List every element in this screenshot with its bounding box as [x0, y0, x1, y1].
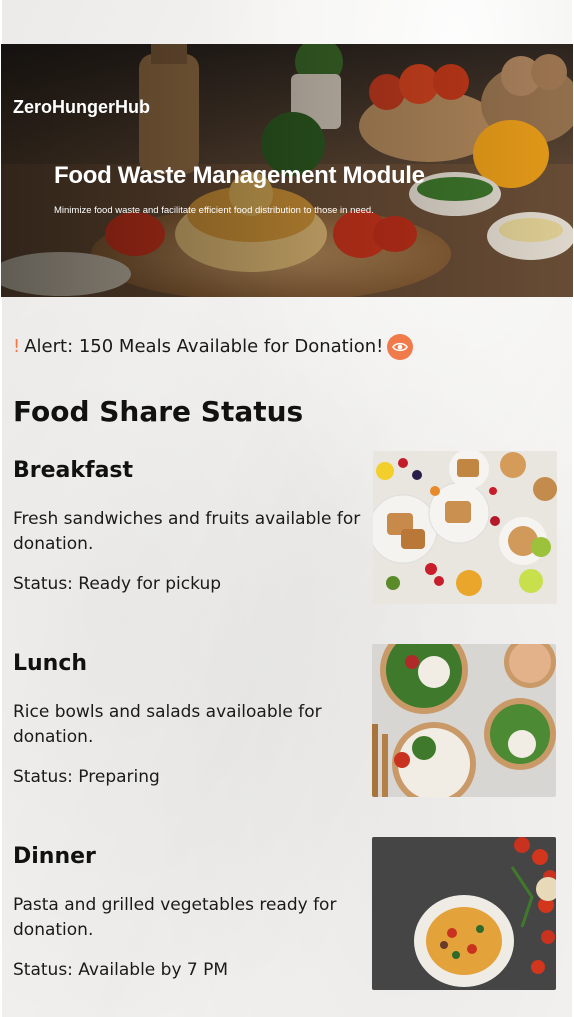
meal-description: Fresh sandwiches and fruits available fo…	[13, 509, 361, 554]
meal-card-breakfast[interactable]: Breakfast Fresh sandwiches and fruits av…	[13, 451, 558, 618]
eye-icon	[392, 342, 408, 352]
breakfast-photo	[373, 451, 557, 604]
meal-name: Breakfast	[13, 458, 134, 483]
view-alert-button[interactable]	[387, 334, 413, 360]
alert-text: Alert: 150 Meals Available for Donation!	[24, 336, 384, 357]
lunch-photo	[372, 644, 556, 797]
section-title: Food Share Status	[13, 395, 304, 428]
donation-alert: ! Alert: 150 Meals Available for Donatio…	[13, 336, 383, 357]
meal-card-dinner[interactable]: Dinner Pasta and grilled vegetables read…	[13, 837, 558, 1004]
meal-description: Rice bowls and salads availoable for don…	[13, 702, 322, 747]
hero-subtitle: Minimize food waste and facilitate effic…	[54, 205, 374, 216]
brand-logo-text[interactable]: ZeroHungerHub	[13, 97, 150, 118]
meal-name: Dinner	[13, 844, 96, 869]
dinner-photo	[372, 837, 556, 990]
meal-status: Status: Available by 7 PM	[13, 960, 229, 980]
meal-description: Pasta and grilled vegetables ready for d…	[13, 895, 337, 940]
meal-name: Lunch	[13, 651, 88, 676]
meal-card-lunch[interactable]: Lunch Rice bowls and salads availoable f…	[13, 644, 558, 811]
meal-status: Status: Ready for pickup	[13, 574, 222, 594]
hero-title: Food Waste Management Module	[54, 162, 425, 189]
hero-banner: ZeroHungerHub Food Waste Management Modu…	[1, 44, 573, 297]
meal-status: Status: Preparing	[13, 767, 160, 787]
alert-mark: !	[13, 336, 21, 357]
